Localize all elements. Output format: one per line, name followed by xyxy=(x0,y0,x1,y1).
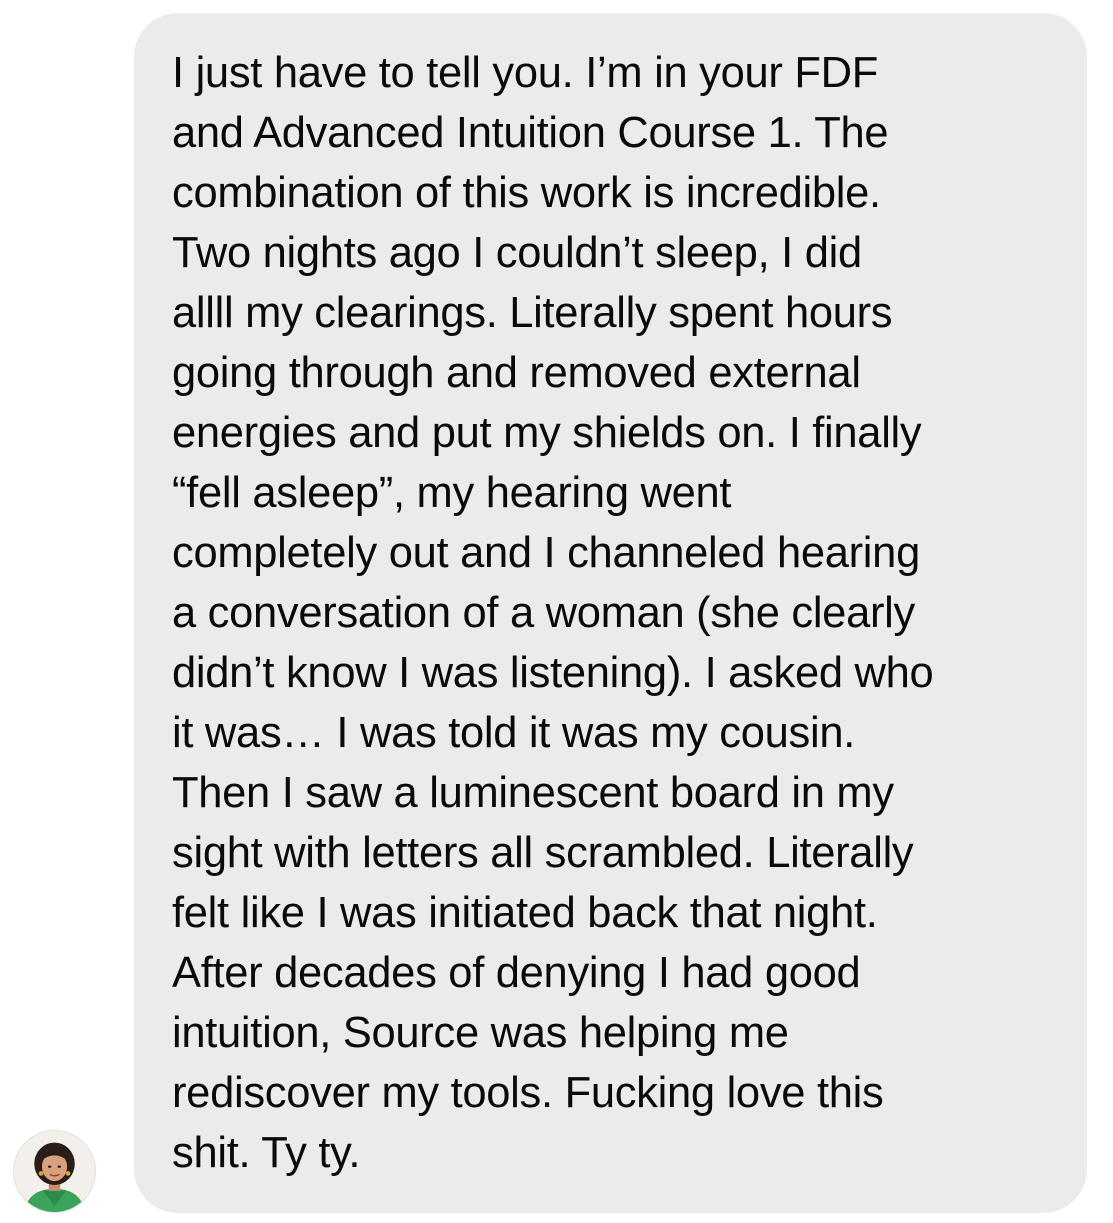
message-line: it was… I was told it was my cousin. xyxy=(172,709,855,757)
message-line: completely out and I channeled hearing xyxy=(172,529,920,577)
message-bubble[interactable]: I just have to tell you. I’m in your FDF… xyxy=(134,13,1087,1213)
message-text: I just have to tell you. I’m in your FDF… xyxy=(172,43,1057,1183)
sender-avatar[interactable] xyxy=(13,1130,96,1213)
message-line: “fell asleep”, my hearing went xyxy=(172,469,732,517)
message-line: allll my clearings. Literally spent hour… xyxy=(172,289,893,337)
message-line: rediscover my tools. Fucking love this xyxy=(172,1069,884,1117)
message-line: After decades of denying I had good xyxy=(172,949,861,997)
message-line: Then I saw a luminescent board in my xyxy=(172,769,894,817)
message-line: intuition, Source was helping me xyxy=(172,1009,789,1057)
message-line: Two nights ago I couldn’t sleep, I did xyxy=(172,229,862,277)
message-line: sight with letters all scrambled. Litera… xyxy=(172,829,914,877)
message-line: felt like I was initiated back that nigh… xyxy=(172,889,878,937)
message-line: going through and removed external xyxy=(172,349,861,397)
message-line: a conversation of a woman (she clearly xyxy=(172,589,915,637)
message-line: combination of this work is incredible. xyxy=(172,169,881,217)
avatar-photo-icon xyxy=(14,1131,95,1212)
message-line: and Advanced Intuition Course 1. The xyxy=(172,109,889,157)
conversation-view: I just have to tell you. I’m in your FDF… xyxy=(0,0,1113,1223)
message-line: I just have to tell you. I’m in your FDF xyxy=(172,49,879,97)
message-line: didn’t know I was listening). I asked wh… xyxy=(172,649,934,697)
message-line: shit. Ty ty. xyxy=(172,1129,361,1177)
message-line: energies and put my shields on. I finall… xyxy=(172,409,922,457)
